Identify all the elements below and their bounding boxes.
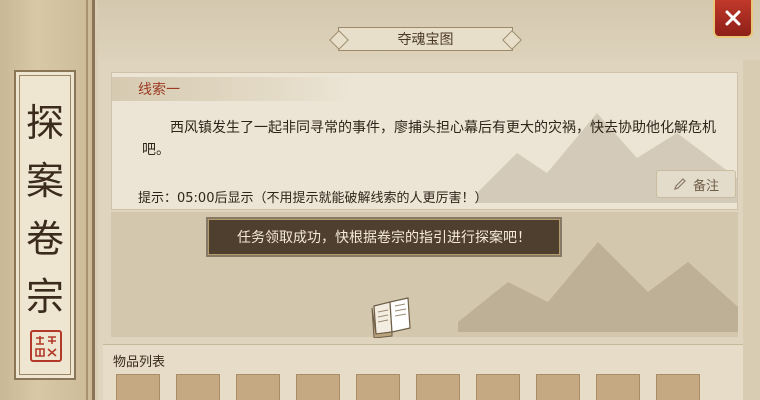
scroll-char: 探 (25, 101, 64, 145)
scroll-char: 宗 (25, 275, 64, 319)
close-button[interactable] (713, 0, 753, 38)
scroll-char: 案 (25, 159, 64, 203)
main-panel: 夺魂宝图 线索一 西风镇发生了一起非同寻常的事件，廖捕头担心幕后有更大的灾祸，快… (98, 0, 760, 400)
item-slot[interactable] (116, 374, 160, 400)
note-button[interactable]: 备注 (656, 170, 736, 198)
item-slot[interactable] (596, 374, 640, 400)
left-strip: 探 案 卷 宗 (0, 0, 95, 400)
investigation-area: 任务领取成功，快根据卷宗的指引进行探案吧！ (111, 212, 738, 338)
toast-message: 任务领取成功，快根据卷宗的指引进行探案吧！ (237, 230, 531, 246)
close-icon (725, 10, 741, 26)
clue-card: 线索一 西风镇发生了一起非同寻常的事件，廖捕头担心幕后有更大的灾祸，快去协助他化… (111, 72, 738, 210)
pencil-icon (674, 178, 686, 190)
seal-glyph-icon (35, 336, 57, 357)
book-icon[interactable] (368, 294, 416, 338)
items-panel: 物品列表 (103, 344, 743, 400)
item-slot[interactable] (416, 374, 460, 400)
item-slot[interactable] (236, 374, 280, 400)
item-slot[interactable] (296, 374, 340, 400)
clue-text: 西风镇发生了一起非同寻常的事件，廖捕头担心幕后有更大的灾祸，快去协助他化解危机吧… (142, 120, 716, 158)
clue-label: 线索一 (138, 82, 180, 98)
item-slot[interactable] (476, 374, 520, 400)
note-button-label: 备注 (692, 178, 719, 194)
items-label: 物品列表 (113, 355, 166, 370)
item-slot[interactable] (656, 374, 700, 400)
page-title: 夺魂宝图 (338, 27, 513, 51)
item-slots-row (116, 374, 700, 400)
item-slot[interactable] (176, 374, 220, 400)
item-slot[interactable] (536, 374, 580, 400)
right-edge (743, 60, 760, 400)
red-seal-stamp (30, 330, 62, 362)
task-accepted-toast: 任务领取成功，快根据卷宗的指引进行探案吧！ (208, 219, 560, 255)
scroll-char: 卷 (25, 217, 64, 261)
case-file-scroll: 探 案 卷 宗 (14, 70, 76, 380)
hint-text: 提示：05:00后显示（不用提示就能破解线索的人更厉害！） (138, 191, 488, 206)
item-slot[interactable] (356, 374, 400, 400)
scroll-title: 探 案 卷 宗 (16, 94, 74, 326)
